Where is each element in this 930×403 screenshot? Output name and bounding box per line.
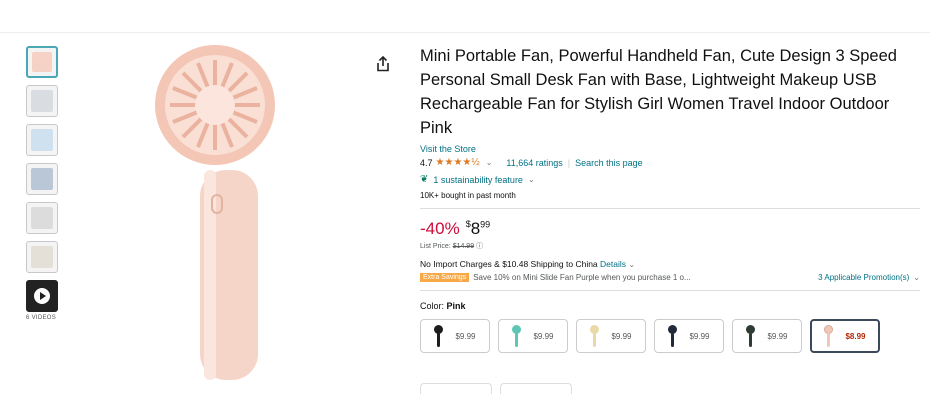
fan-icon bbox=[590, 325, 600, 347]
star-rating-icon[interactable]: ★★★★½ bbox=[436, 157, 480, 168]
thumb-6[interactable] bbox=[26, 241, 58, 273]
product-title: Mini Portable Fan, Powerful Handheld Fan… bbox=[420, 47, 897, 137]
visit-store-link[interactable]: Visit the Store bbox=[420, 144, 920, 154]
thumbnail-strip: 6 VIDEOS bbox=[26, 46, 60, 321]
fan-head bbox=[155, 45, 275, 165]
chevron-down-icon[interactable]: ⌄ bbox=[628, 260, 635, 269]
thumb-3[interactable] bbox=[26, 124, 58, 156]
more-swatches-row bbox=[420, 381, 920, 401]
swatch-4[interactable]: $9.99 bbox=[654, 319, 724, 353]
swatch-3[interactable]: $9.99 bbox=[576, 319, 646, 353]
rating-row: 4.7 ★★★★½ ⌄ 11,664 ratings | Search this… bbox=[420, 157, 920, 168]
promo-text: Save 10% on Mini Slide Fan Purple when y… bbox=[473, 273, 691, 282]
info-icon[interactable]: ⓘ bbox=[476, 243, 483, 250]
selected-color: Pink bbox=[446, 301, 466, 311]
chevron-down-icon[interactable]: ⌄ bbox=[486, 158, 493, 167]
chevron-down-icon: ⌄ bbox=[527, 175, 535, 184]
shipping-details-link[interactable]: Details bbox=[600, 259, 626, 269]
color-swatches: $9.99 $9.99 $9.99 $9.99 $9.99 $8.99 bbox=[420, 319, 920, 353]
swatch-7[interactable] bbox=[420, 383, 492, 394]
list-price: List Price: $14.99 ⓘ bbox=[420, 243, 484, 250]
rating-value: 4.7 bbox=[420, 157, 433, 168]
promotion-row: Extra Savings Save 10% on Mini Slide Fan… bbox=[420, 273, 920, 291]
sustainability-row[interactable]: ❦ 1 sustainability feature ⌄ bbox=[420, 174, 920, 185]
promotions-link[interactable]: 3 Applicable Promotion(s) bbox=[818, 273, 909, 282]
swatch-2[interactable]: $9.99 bbox=[498, 319, 568, 353]
price-value: $899 bbox=[465, 219, 491, 238]
fan-icon bbox=[824, 325, 834, 347]
shipping-info: No Import Charges & $10.48 Shipping to C… bbox=[420, 259, 636, 269]
extra-savings-badge: Extra Savings bbox=[420, 273, 470, 282]
bought-count: 10K+ bought in past month bbox=[420, 191, 920, 209]
thumb-4[interactable] bbox=[26, 163, 58, 195]
discount-percent: -40% bbox=[420, 219, 460, 238]
color-label: Color: Pink bbox=[420, 301, 466, 311]
share-icon[interactable] bbox=[376, 56, 390, 72]
fan-icon bbox=[746, 325, 756, 347]
video-thumb[interactable] bbox=[26, 280, 58, 312]
swatch-8[interactable] bbox=[500, 383, 572, 394]
ratings-count-link[interactable]: 11,664 ratings bbox=[506, 158, 562, 168]
divider: | bbox=[567, 157, 571, 168]
thumb-5[interactable] bbox=[26, 202, 58, 234]
swatch-1[interactable]: $9.99 bbox=[420, 319, 490, 353]
product-details: Mini Portable Fan, Powerful Handheld Fan… bbox=[420, 44, 920, 353]
fan-icon bbox=[434, 325, 444, 347]
play-icon bbox=[34, 288, 50, 304]
leaf-icon: ❦ bbox=[420, 174, 429, 185]
price-row: -40% $899 bbox=[420, 219, 920, 239]
search-page-link[interactable]: Search this page bbox=[575, 158, 643, 168]
swatch-5[interactable]: $9.99 bbox=[732, 319, 802, 353]
thumb-1[interactable] bbox=[26, 46, 58, 78]
fan-icon bbox=[668, 325, 678, 347]
swatch-6[interactable]: $8.99 bbox=[810, 319, 880, 353]
fan-icon bbox=[512, 325, 522, 347]
chevron-down-icon[interactable]: ⌄ bbox=[913, 273, 920, 282]
sustainability-label: 1 sustainability feature bbox=[433, 174, 523, 185]
product-image[interactable] bbox=[130, 40, 330, 385]
thumb-2[interactable] bbox=[26, 85, 58, 117]
videos-label: 6 VIDEOS bbox=[26, 315, 57, 321]
